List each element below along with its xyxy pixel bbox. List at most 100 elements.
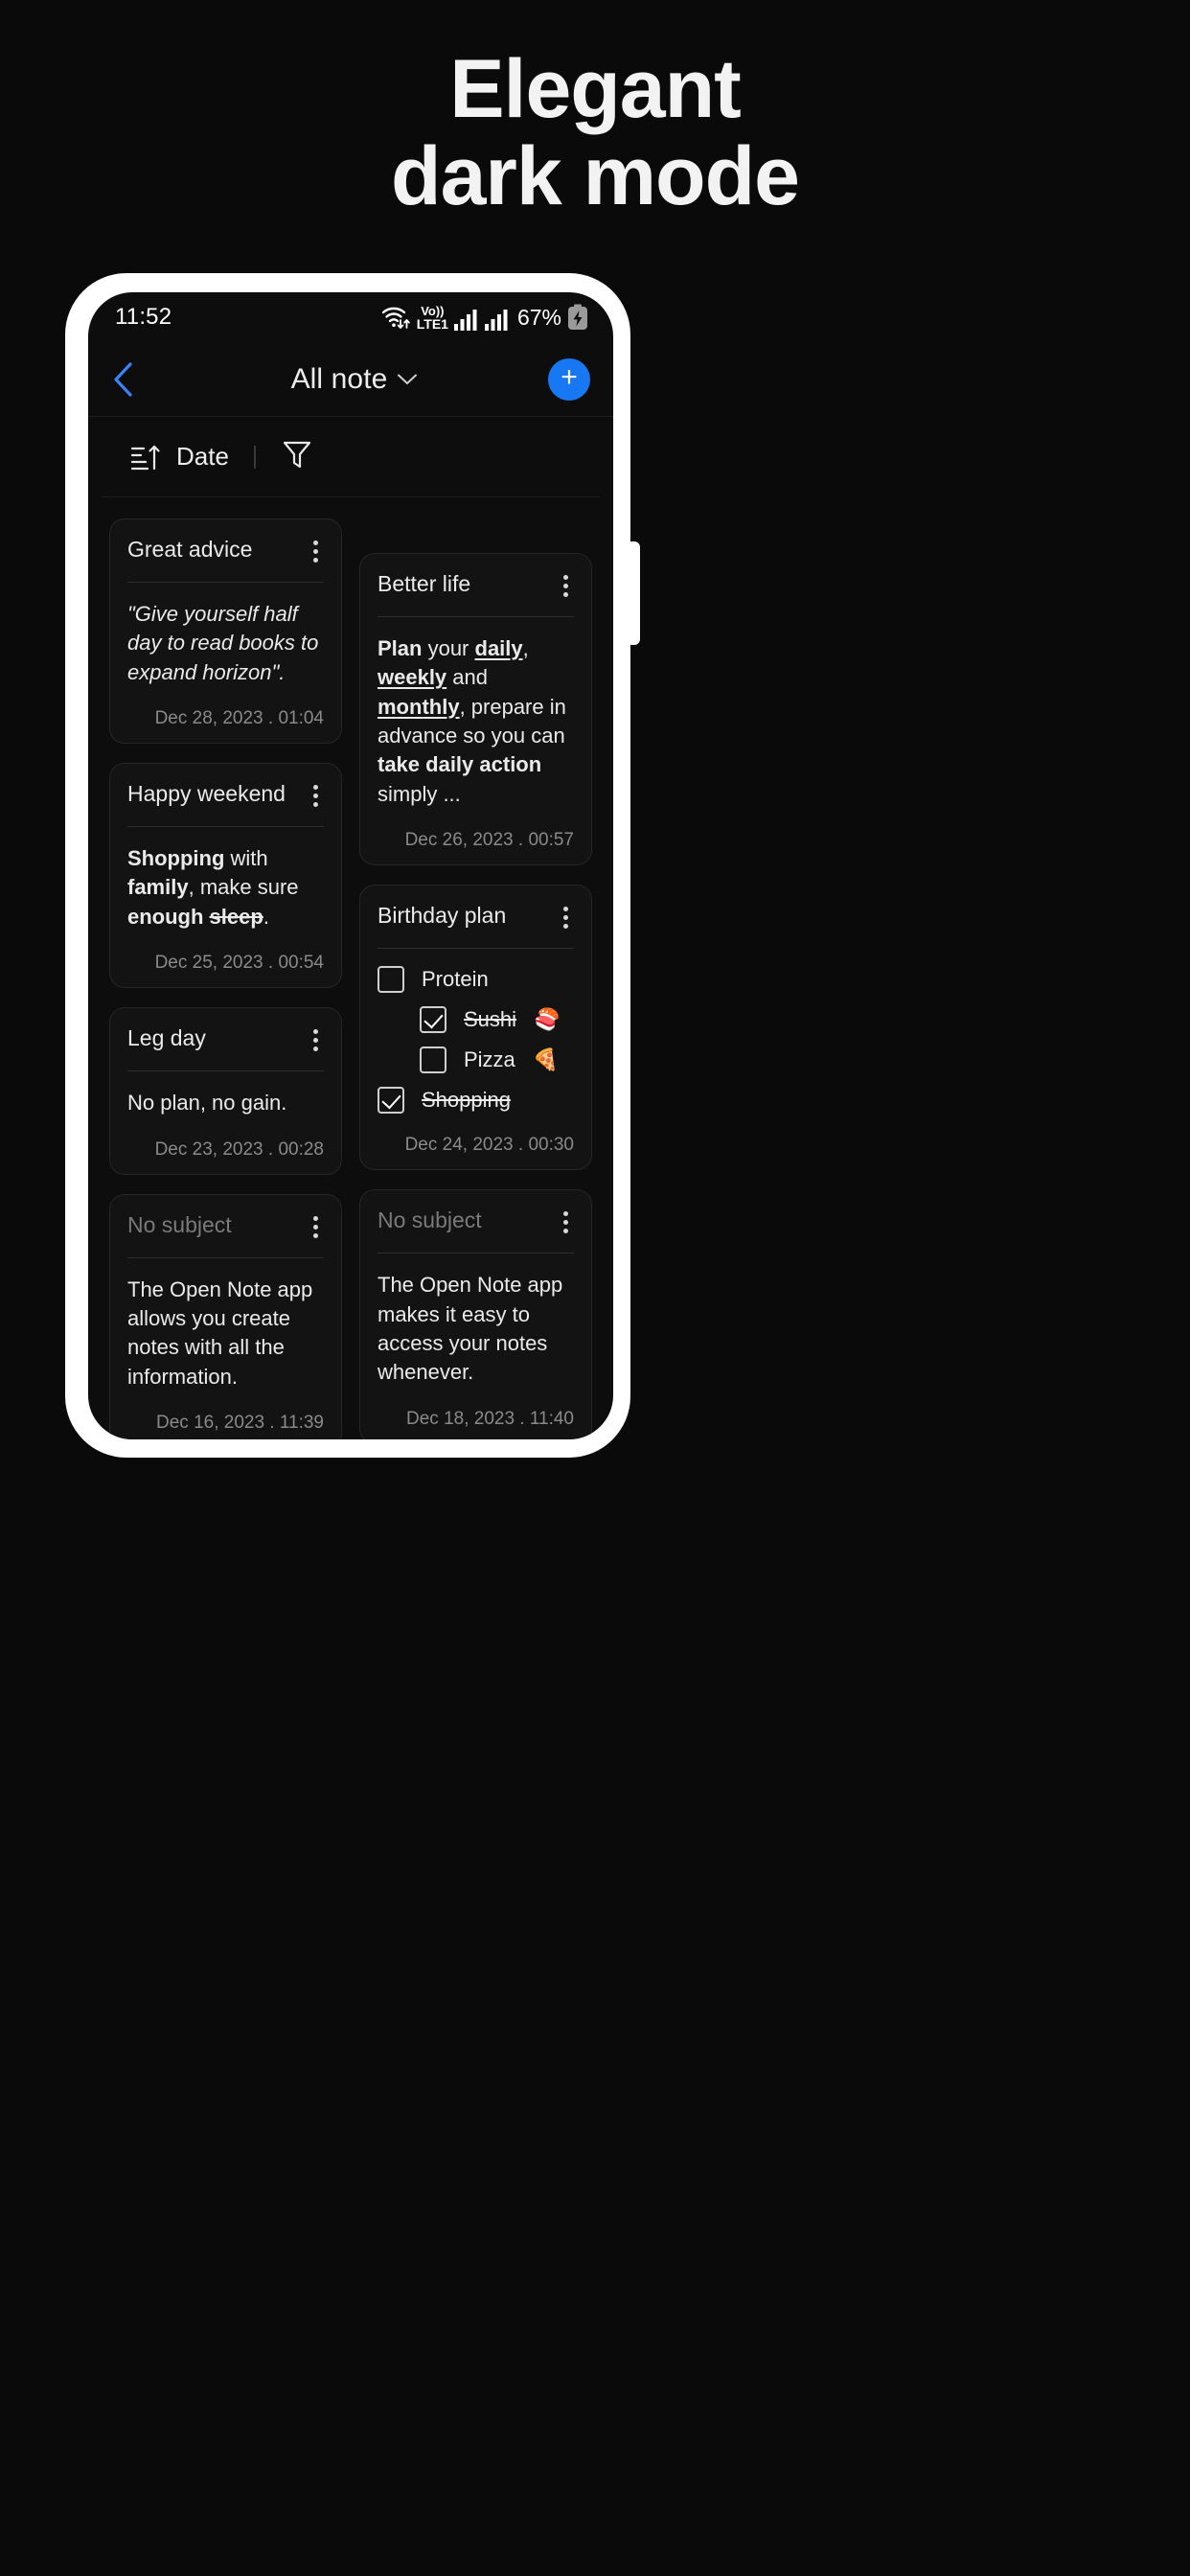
kebab-dot [313,1029,318,1035]
note-title: Birthday plan [378,903,507,929]
checklist-item-label: Sushi [464,1007,517,1032]
notes-grid: Great advice "Give yourself half day to r… [88,497,613,1439]
note-body-segment: and [446,665,488,690]
app-bar-title-dropdown[interactable]: All note [161,363,548,396]
note-card-header: Birthday plan [378,903,574,932]
checklist-item[interactable]: Shopping [378,1087,574,1115]
note-body-segment: simply ... [378,781,461,806]
note-card[interactable]: Great advice "Give yourself half day to r… [109,518,342,745]
sort-by-date-button[interactable]: Date [130,442,229,472]
sort-ascending-icon [130,445,160,470]
phone-power-button[interactable] [627,541,640,645]
note-body-segment: Shopping [127,846,225,871]
checkbox-unchecked-icon[interactable] [420,1046,446,1074]
kebab-menu-icon[interactable] [304,1025,324,1055]
note-body: Shopping with family, make sure enough s… [127,844,324,932]
note-card-header: Happy weekend [127,781,324,811]
note-card[interactable]: Happy weekend Shopping with family, make … [109,763,342,989]
kebab-dot [563,907,568,912]
checklist-item-label: Pizza [464,1047,515,1072]
kebab-dot [563,592,568,597]
note-title: Happy weekend [127,781,286,807]
notes-column-left: Great advice "Give yourself half day to r… [109,518,342,1439]
status-indicators: Vo)) LTE1 67% [380,304,588,331]
kebab-dot [313,540,318,545]
note-card-header: Great advice [127,537,324,566]
kebab-dot [313,1224,318,1230]
note-body-segment: weekly [378,665,447,690]
filter-button[interactable] [281,438,313,475]
back-chevron-icon [114,361,132,397]
checkbox-checked-icon[interactable] [378,1087,404,1115]
note-card[interactable]: Leg day No plan, no gain. Dec 23, 2023 . 0… [109,1007,342,1175]
sort-filter-row: Date [102,417,600,497]
note-date: Dec 28, 2023 . 01:04 [154,708,324,729]
kebab-dot [313,1215,318,1221]
note-body-segment: , [522,636,529,660]
kebab-dot [563,1229,568,1234]
app-bar: All note + [88,342,613,417]
kebab-menu-icon[interactable] [304,781,324,811]
note-divider [378,948,574,950]
note-body: No plan, no gain. [127,1091,287,1116]
note-date: Dec 16, 2023 . 11:39 [156,1412,324,1433]
kebab-dot [313,1038,318,1044]
note-date: Dec 24, 2023 . 00:30 [404,1135,574,1156]
note-title: Better life [378,571,471,596]
note-title: No subject [378,1208,482,1233]
kebab-dot [313,802,318,808]
kebab-dot [563,1220,568,1226]
note-body-segment: with [224,846,268,871]
checklist-item-emoji: 🍣 [534,1007,561,1032]
checklist-item[interactable]: Pizza 🍕 [378,1046,574,1074]
kebab-menu-icon[interactable] [554,903,574,932]
note-body-segment: enough [127,904,210,929]
note-card-header: Leg day [127,1025,324,1055]
kebab-menu-icon[interactable] [304,1212,324,1242]
phone-screen: 11:52 Vo)) LTE1 67% All note + Date Grea… [88,292,613,1439]
sort-label: Date [176,442,229,471]
promo-line-2: dark mode [391,130,800,223]
kebab-menu-icon[interactable] [554,1208,574,1237]
kebab-menu-icon[interactable] [554,571,574,601]
note-date: Dec 25, 2023 . 00:54 [154,953,324,974]
note-card[interactable]: No subject The Open Note app makes it eas… [359,1189,592,1439]
checklist-item[interactable]: Protein [378,966,574,994]
divider [253,445,256,469]
note-card[interactable]: Birthday plan Protein Sushi 🍣 Pizza 🍕 Shopping… [359,885,592,1171]
kebab-menu-icon[interactable] [304,537,324,566]
note-title: Leg day [127,1025,206,1051]
checkbox-unchecked-icon[interactable] [378,966,404,994]
note-card-header: No subject [127,1212,324,1242]
checklist-item-emoji: 🍕 [532,1047,560,1072]
note-body: "Give yourself half day to read books to… [127,602,319,684]
volte-indicator: Vo)) LTE1 [417,305,448,331]
kebab-dot [313,794,318,799]
note-body: The Open Note app makes it easy to acces… [378,1273,563,1385]
note-checklist: Protein Sushi 🍣 Pizza 🍕 Shopping [378,966,574,1115]
note-title: No subject [127,1211,232,1237]
checkbox-checked-icon[interactable] [420,1006,446,1034]
back-button[interactable] [111,361,161,398]
signal-bars-icon [453,310,477,331]
status-bar: 11:52 Vo)) LTE1 67% [88,292,613,342]
kebab-dot [563,915,568,921]
checklist-item[interactable]: Sushi 🍣 [378,1006,574,1034]
note-body-segment: . [263,904,269,929]
wifi-icon [381,307,410,329]
chevron-down-icon [398,374,418,384]
add-note-button[interactable]: + [548,357,590,401]
promo-headline: Elegant dark mode [0,45,1190,223]
note-card[interactable]: Better life Plan your daily, weekly and m… [359,553,592,866]
note-body-segment: take daily action [378,752,542,777]
note-card-header: No subject [378,1208,574,1237]
kebab-dot [563,584,568,588]
checklist-item-label: Protein [422,967,489,992]
note-card[interactable]: No subject The Open Note app allows you c… [109,1193,342,1439]
volte-bottom-label: LTE1 [416,316,448,332]
page-title: All note [290,362,388,395]
note-divider [127,582,324,583]
battery-charging-icon [568,304,587,330]
kebab-dot [313,558,318,563]
note-body-segment: sleep [209,904,263,929]
